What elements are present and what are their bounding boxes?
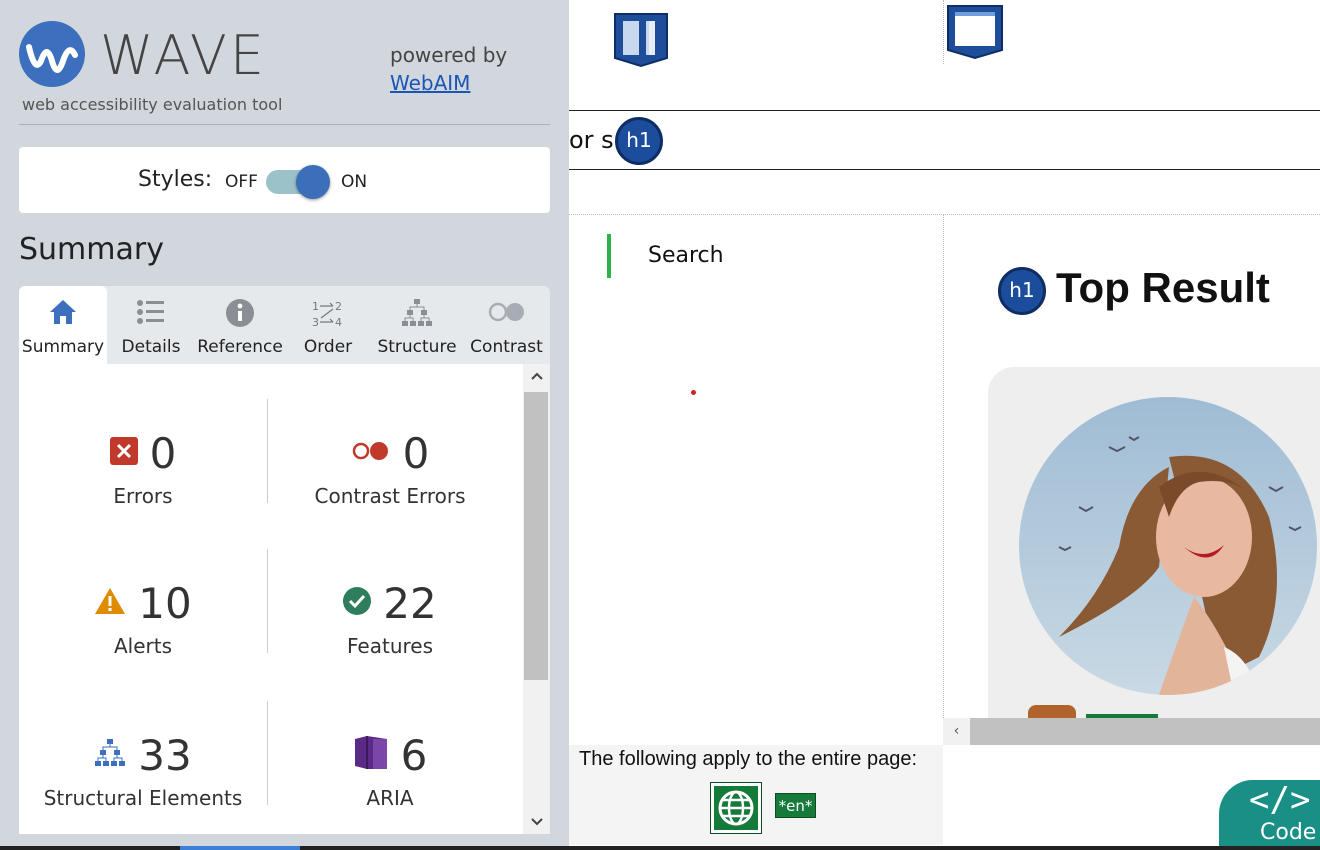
bottom-rule bbox=[569, 169, 1320, 170]
truncated-text: or s bbox=[569, 126, 614, 154]
error-icon bbox=[109, 437, 138, 469]
header-landmark-icon[interactable] bbox=[944, 4, 1006, 64]
contrast-error-icon bbox=[351, 439, 391, 467]
language-badge[interactable]: *en* bbox=[775, 793, 816, 818]
wave-sidebar: WAVE web accessibility evaluation tool p… bbox=[0, 0, 569, 850]
tab-contrast[interactable]: Contrast bbox=[463, 286, 550, 364]
tab-label: Reference bbox=[197, 337, 283, 357]
wave-logo-text: WAVE bbox=[100, 24, 267, 87]
styles-toggle-panel: Styles: OFF ON bbox=[19, 147, 550, 213]
stat-contrast-errors[interactable]: 0 Contrast Errors bbox=[267, 428, 513, 509]
alt-text-icon[interactable] bbox=[1028, 705, 1076, 718]
features-label: Features bbox=[347, 634, 433, 658]
artist-photo bbox=[1019, 397, 1317, 695]
code-icon: </> bbox=[1249, 780, 1311, 820]
svg-text:3: 3 bbox=[312, 316, 319, 329]
search-link[interactable]: Search bbox=[648, 243, 724, 268]
stat-errors[interactable]: 0 Errors bbox=[19, 428, 267, 508]
panel-tabs: Summary Details Reference 1 2 3 4 Order Str… bbox=[19, 286, 550, 364]
horizontal-scrollbar[interactable] bbox=[943, 718, 1320, 745]
order-icon: 1 2 3 4 bbox=[312, 298, 344, 334]
summary-panel: 0 Errors 0 Contrast Errors 10 Alerts 22 … bbox=[19, 364, 550, 834]
structural-count: 33 bbox=[138, 730, 192, 780]
page-content: or s h1 Search h1 Top Result ‹ The follo… bbox=[569, 0, 1320, 850]
aria-count: 6 bbox=[400, 730, 428, 780]
column-divider bbox=[943, 214, 944, 718]
structure-icon bbox=[401, 298, 433, 332]
features-count: 22 bbox=[383, 578, 437, 628]
tab-label: Contrast bbox=[470, 337, 543, 357]
scroll-up-button[interactable] bbox=[523, 364, 550, 388]
language-globe-icon[interactable] bbox=[711, 783, 761, 833]
stat-features[interactable]: 22 Features bbox=[267, 578, 513, 658]
tab-order[interactable]: 1 2 3 4 Order bbox=[285, 286, 371, 364]
info-icon bbox=[225, 298, 255, 332]
top-result-heading: Top Result bbox=[1056, 264, 1270, 311]
red-dot bbox=[691, 390, 696, 395]
errors-count: 0 bbox=[149, 428, 177, 478]
webaim-link[interactable]: WebAIM bbox=[390, 71, 470, 95]
tab-structure[interactable]: Structure bbox=[371, 286, 463, 364]
contrast-errors-count: 0 bbox=[402, 428, 430, 478]
entire-page-label: The following apply to the entire page: bbox=[579, 748, 917, 770]
errors-label: Errors bbox=[113, 484, 173, 508]
stat-structural-elements[interactable]: 33 Structural Elements bbox=[19, 730, 267, 811]
styles-off-label: OFF bbox=[225, 172, 258, 192]
wave-logo-icon bbox=[19, 21, 85, 87]
home-icon bbox=[48, 298, 78, 330]
h1-icon[interactable]: h1 bbox=[998, 267, 1046, 315]
list-icon bbox=[136, 298, 166, 330]
aria-icon bbox=[353, 735, 389, 775]
tab-details[interactable]: Details bbox=[107, 286, 195, 364]
styles-on-label: ON bbox=[341, 172, 368, 192]
panel-scrollbar-thumb[interactable] bbox=[524, 392, 548, 680]
styles-toggle-knob[interactable] bbox=[296, 165, 330, 199]
alerts-label: Alerts bbox=[113, 634, 173, 658]
h1-icon[interactable]: h1 bbox=[615, 117, 663, 165]
top-rule bbox=[569, 110, 1320, 111]
summary-heading: Summary bbox=[19, 232, 164, 267]
tab-reference[interactable]: Reference bbox=[195, 286, 285, 364]
column-divider bbox=[943, 0, 944, 64]
alerts-count: 10 bbox=[138, 578, 192, 628]
search-nav-indicator bbox=[607, 234, 611, 278]
structural-label: Structural Elements bbox=[43, 786, 243, 810]
tab-label: Summary bbox=[21, 337, 105, 357]
styles-label: Styles: bbox=[138, 167, 213, 192]
svg-text:4: 4 bbox=[335, 316, 342, 329]
bottom-accent bbox=[180, 846, 300, 850]
svg-text:1: 1 bbox=[312, 300, 319, 313]
section-divider bbox=[569, 214, 1320, 215]
structure-icon bbox=[94, 738, 126, 772]
stat-aria[interactable]: 6 ARIA bbox=[267, 730, 513, 810]
alert-icon bbox=[94, 587, 126, 619]
tab-label: Order bbox=[303, 337, 353, 357]
tab-label: Details bbox=[121, 337, 181, 357]
contrast-errors-label: Contrast Errors bbox=[314, 484, 466, 508]
tab-summary[interactable]: Summary bbox=[19, 286, 107, 364]
region-landmark-icon[interactable] bbox=[613, 12, 669, 72]
scroll-down-button[interactable] bbox=[523, 810, 550, 834]
feature-check-icon bbox=[343, 587, 372, 619]
tab-label: Structure bbox=[377, 337, 457, 357]
powered-by-label: powered by bbox=[390, 43, 508, 67]
scroll-left-button[interactable]: ‹ bbox=[943, 718, 970, 745]
contrast-icon bbox=[487, 298, 527, 330]
wave-subtitle: web accessibility evaluation tool bbox=[22, 95, 283, 114]
svg-text:2: 2 bbox=[335, 300, 342, 313]
aria-label: ARIA bbox=[366, 786, 414, 810]
code-label: Code bbox=[1260, 820, 1317, 845]
stat-alerts[interactable]: 10 Alerts bbox=[19, 578, 267, 658]
header-divider bbox=[19, 124, 550, 125]
